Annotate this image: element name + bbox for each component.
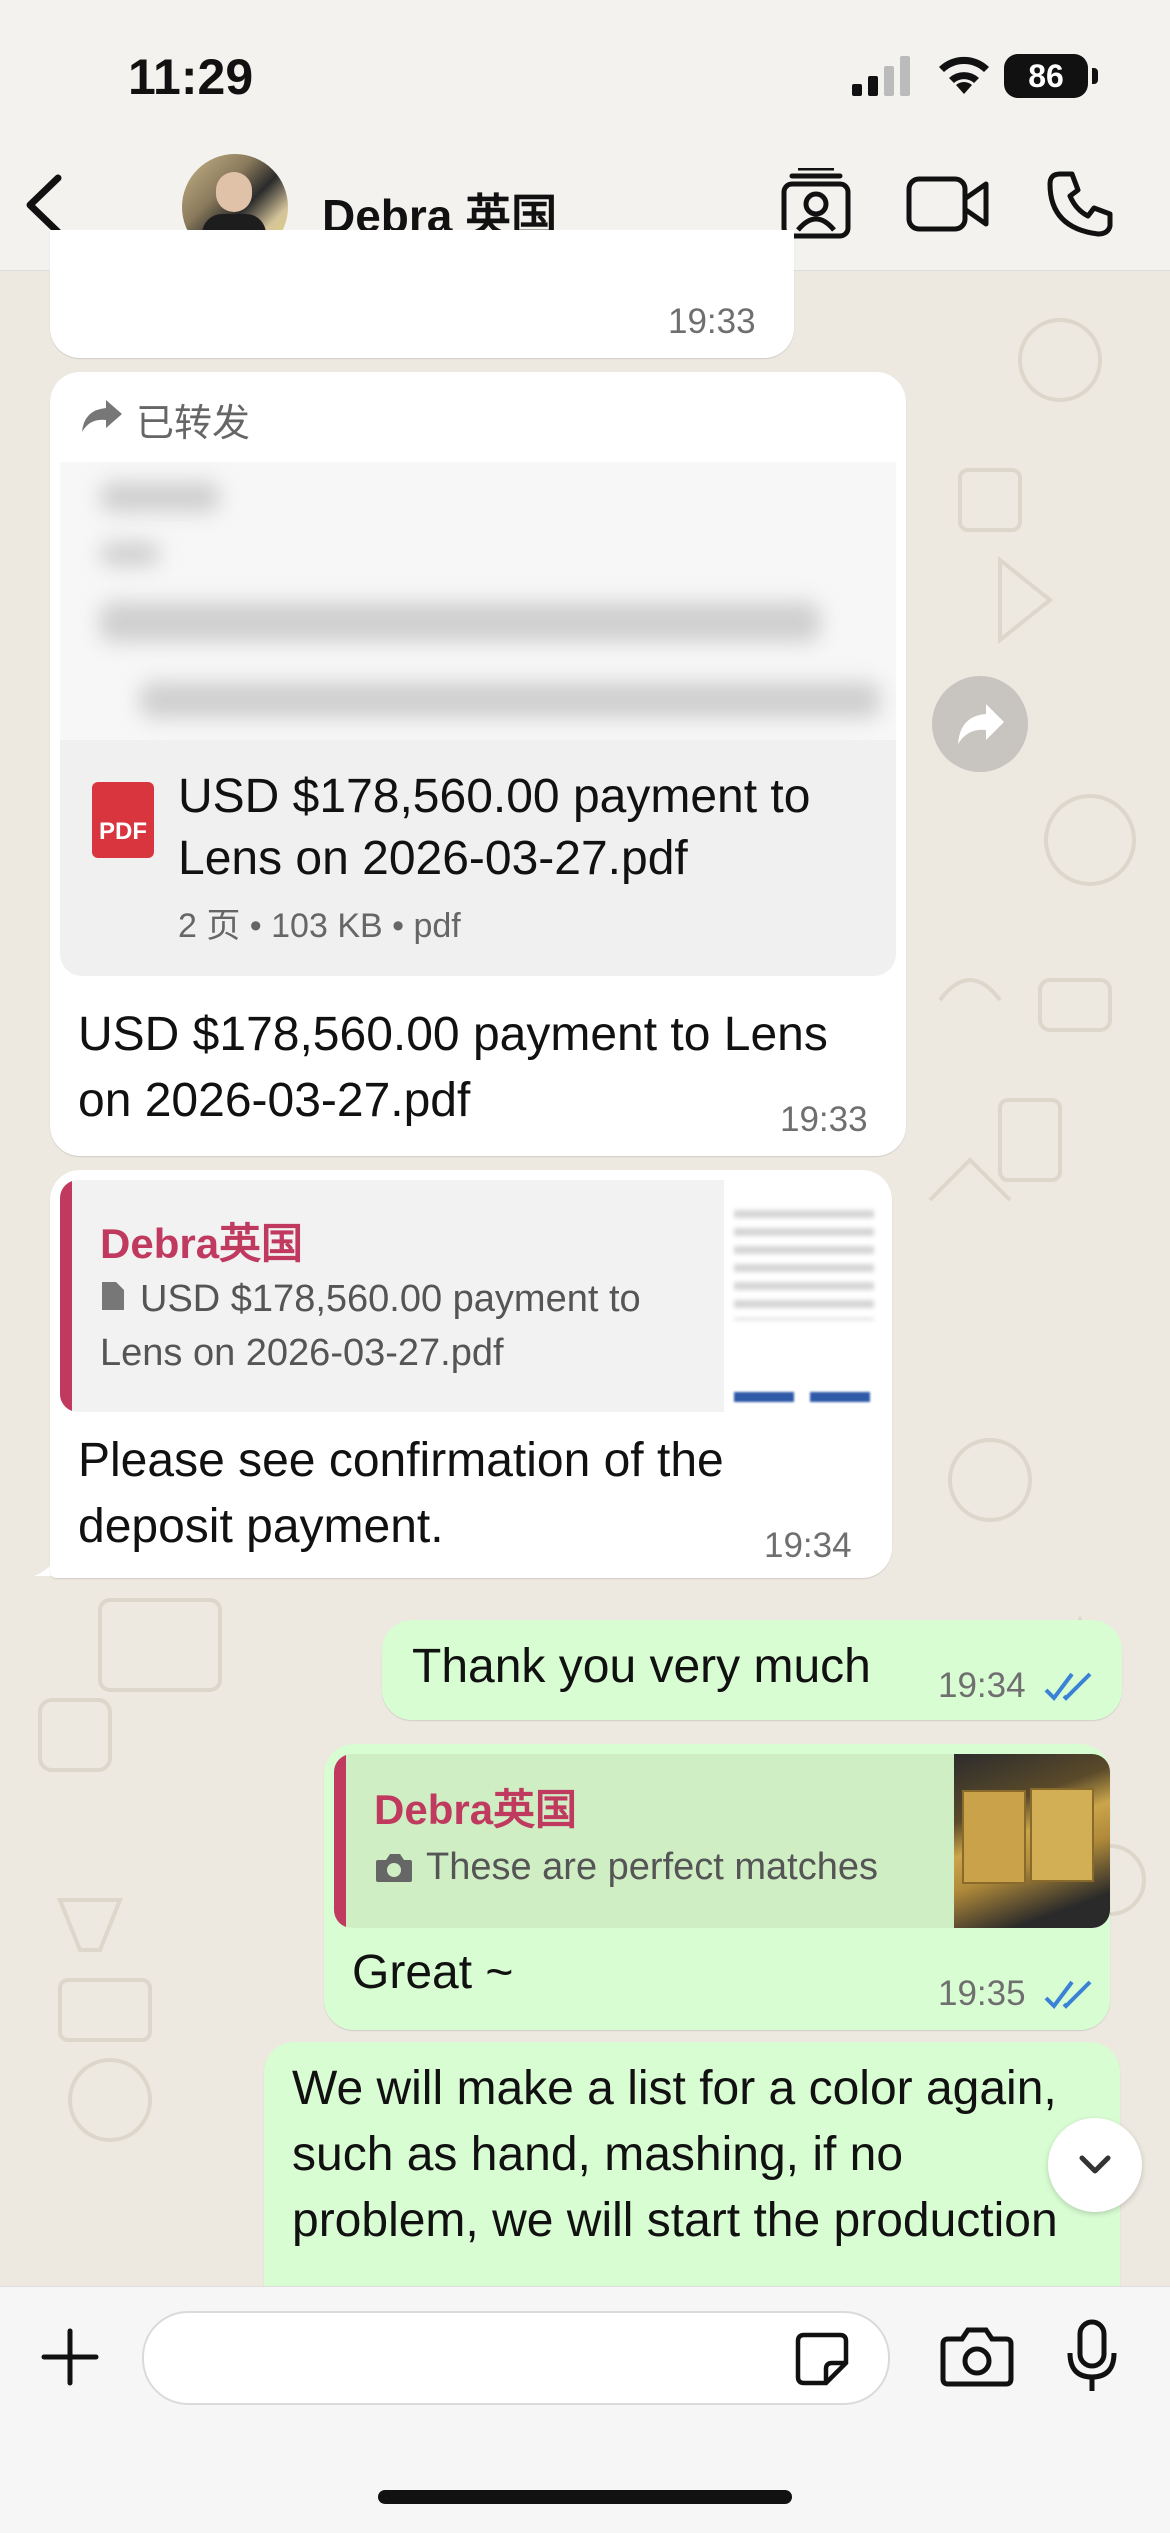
read-receipt-icon	[1044, 1672, 1092, 1702]
microphone-icon[interactable]	[1066, 2319, 1118, 2395]
back-chevron-icon[interactable]	[20, 172, 70, 238]
phone-call-icon[interactable]	[1046, 170, 1114, 238]
pdf-file-icon: PDF	[92, 782, 154, 858]
message-time: 19:34	[764, 1526, 852, 1565]
quoted-text: USD $178,560.00 payment to Lens on 2026-…	[100, 1278, 641, 1374]
battery-tip	[1092, 68, 1098, 84]
quoted-document-thumbnail	[724, 1180, 882, 1412]
message-text: Please see confirmation of the deposit p…	[78, 1434, 724, 1553]
cellular-signal-icon	[852, 56, 910, 96]
camera-icon[interactable]	[940, 2327, 1014, 2387]
message-text: Thank you very much	[412, 1640, 871, 1693]
video-call-icon[interactable]	[906, 176, 990, 232]
message-time: 19:33	[780, 1100, 868, 1139]
forwarded-label: 已转发	[136, 403, 251, 445]
status-bar: 11:29 86	[0, 0, 1170, 140]
document-file-name: USD $178,560.00 payment to Lens on 2026-…	[178, 770, 811, 885]
message-text: We will make a list for a color again, s…	[292, 2062, 1058, 2247]
message-time: 19:34	[938, 1666, 1026, 1705]
quoted-text: These are perfect matches	[426, 1846, 878, 1888]
home-indicator	[378, 2490, 792, 2504]
sticker-icon[interactable]	[792, 2329, 852, 2389]
plus-icon[interactable]	[38, 2325, 102, 2389]
forward-arrow-icon	[958, 704, 1004, 744]
message-text: USD $178,560.00 payment to Lens on 2026-…	[78, 1008, 828, 1127]
status-time: 11:29	[128, 49, 254, 105]
read-receipt-icon	[1044, 1980, 1092, 2010]
document-preview[interactable]	[60, 462, 896, 740]
quoted-photo-thumbnail	[954, 1754, 1110, 1928]
message-time: 19:35	[938, 1974, 1026, 2013]
camera-icon	[376, 1854, 412, 1882]
message-input[interactable]	[142, 2311, 890, 2405]
forward-arrow-icon	[82, 400, 122, 432]
quoted-sender-name: Debra英国	[374, 1786, 578, 1833]
forward-button[interactable]	[932, 676, 1028, 772]
scroll-to-bottom-button[interactable]	[1048, 2118, 1142, 2212]
message-text: Great ~	[352, 1946, 514, 1999]
message-incoming[interactable]: 19:33	[50, 230, 794, 358]
message-time: 19:33	[668, 302, 756, 341]
wifi-icon	[939, 56, 989, 94]
battery-indicator: 86	[1004, 54, 1088, 98]
quoted-sender-name: Debra英国	[100, 1220, 304, 1267]
chevron-down-icon	[1079, 2155, 1111, 2174]
document-meta: 2 页 • 103 KB • pdf	[178, 907, 461, 945]
